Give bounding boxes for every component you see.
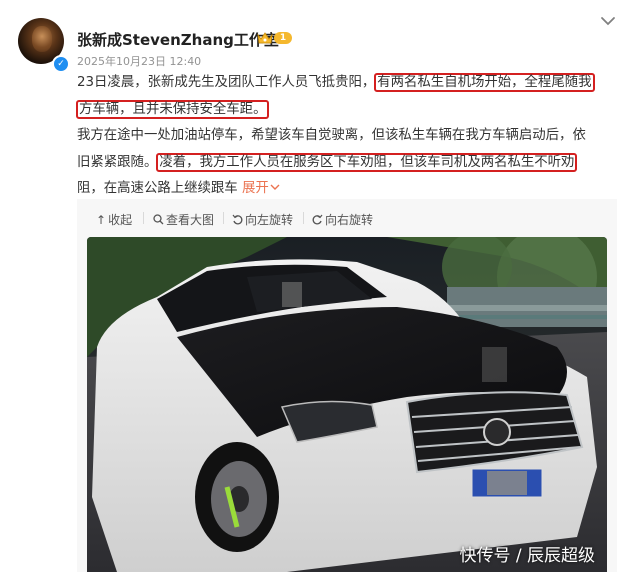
- highlighted-text: 有两名私生自机场开始，全程尾随我: [374, 73, 595, 92]
- image-toolbar: ↑ 收起 查看大图 向左旋转 向右旋转: [77, 199, 617, 237]
- expand-link[interactable]: 展开: [242, 181, 280, 196]
- post-timestamp[interactable]: 2025年10月23日 12:40: [77, 53, 201, 69]
- collapse-label: 收起: [108, 213, 133, 227]
- vip-level: 1: [274, 32, 292, 44]
- highlighted-text: 凌着，我方工作人员在服务区下车劝阻，但该车司机及两名私生不听劝: [156, 152, 578, 172]
- text-line-4: 旧紧紧跟随。 凌着，我方工作人员在服务区下车劝阻，但该车司机及两名私生不听劝: [77, 150, 617, 177]
- text-segment: 我方在途中一处加油站停车，希望该车自觉驶离，但该私生车辆在我方车辆启动后，依: [77, 128, 586, 143]
- photo-container: 快传号 / 辰辰超级: [77, 237, 617, 572]
- divider: [223, 212, 224, 224]
- vip-badge[interactable]: 1: [257, 30, 293, 46]
- verified-icon: ✓: [52, 55, 70, 73]
- text-segment: 阻，在高速公路上继续跟车: [77, 181, 238, 196]
- collapse-arrow-icon: ↑: [96, 212, 107, 227]
- divider: [143, 212, 144, 224]
- search-icon: [153, 214, 164, 225]
- watermark: 快传号 / 辰辰超级: [459, 546, 595, 566]
- text-line-3: 我方在途中一处加油站停车，希望该车自觉驶离，但该私生车辆在我方车辆启动后，依: [77, 123, 617, 150]
- chevron-down-icon[interactable]: [599, 14, 617, 28]
- text-line-1: 23日凌晨，张新成先生及团队工作人员飞抵贵阳， 有两名私生自机场开始，全程尾随我: [77, 70, 617, 97]
- view-large-label: 查看大图: [166, 213, 215, 227]
- text-segment: 旧紧紧跟随。: [77, 154, 158, 170]
- rotate-right-button[interactable]: 向右旋转: [312, 211, 373, 228]
- divider: [303, 212, 304, 224]
- post-photo[interactable]: 快传号 / 辰辰超级: [87, 237, 607, 572]
- text-segment: 23日凌晨，张新成先生及团队工作人员飞抵贵阳，: [77, 75, 376, 90]
- rotate-left-button[interactable]: 向左旋转: [232, 211, 293, 228]
- chevron-down-icon: [270, 184, 280, 190]
- rotate-left-label: 向左旋转: [245, 213, 294, 227]
- rotate-right-label: 向右旋转: [325, 213, 374, 227]
- post-text: 23日凌晨，张新成先生及团队工作人员飞抵贵阳， 有两名私生自机场开始，全程尾随我 …: [76, 70, 617, 203]
- avatar-face: [32, 26, 52, 52]
- expand-label: 展开: [241, 181, 269, 196]
- car-photo: [87, 237, 607, 572]
- author-name[interactable]: 张新成StevenZhang工作室: [77, 29, 279, 50]
- rotate-left-icon: [232, 214, 243, 225]
- highlighted-text: 方车辆，且并未保持安全车距。: [76, 99, 270, 119]
- text-line-2: 方车辆，且并未保持安全车距。: [76, 97, 617, 124]
- view-large-button[interactable]: 查看大图: [153, 211, 214, 228]
- crown-icon: [257, 32, 273, 44]
- rotate-right-icon: [312, 214, 323, 225]
- collapse-button[interactable]: ↑ 收起: [96, 211, 132, 228]
